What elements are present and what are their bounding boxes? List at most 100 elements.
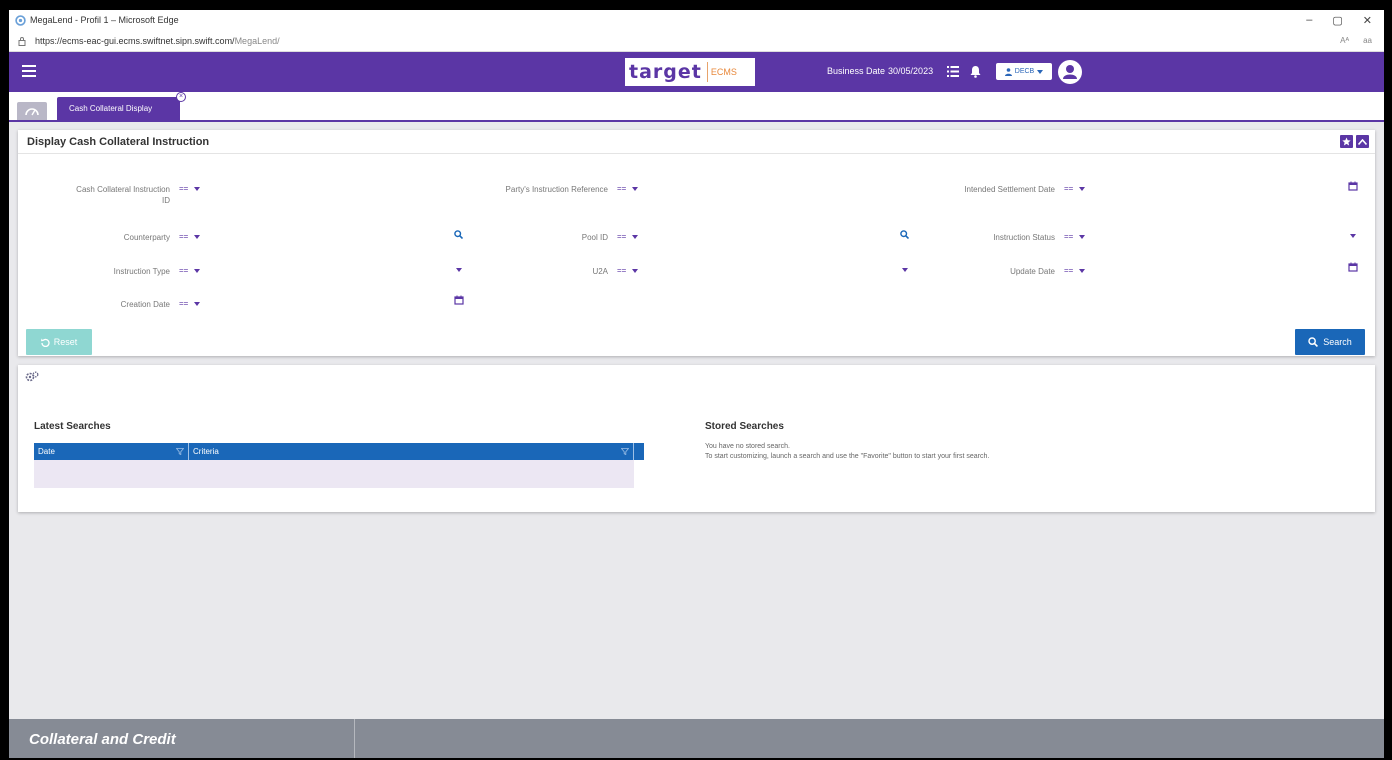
app-favicon-icon bbox=[15, 14, 26, 26]
chevron-up-icon bbox=[1358, 138, 1367, 145]
search-icon[interactable] bbox=[454, 230, 463, 239]
tab-label: Cash Collateral Display bbox=[69, 104, 153, 113]
footer-divider bbox=[354, 719, 355, 758]
update-date-label: Update Date bbox=[1010, 267, 1055, 276]
filter-icon[interactable] bbox=[176, 448, 184, 455]
browser-titlebar: MegaLend - Profil 1 – Microsoft Edge – ▢… bbox=[9, 10, 1384, 30]
column-header-criteria[interactable]: Criteria bbox=[189, 443, 634, 460]
cash-collateral-id-field: Cash Collateral Instruction ID == bbox=[42, 184, 201, 206]
user-dropdown-button[interactable]: DECB bbox=[996, 63, 1052, 80]
stored-searches-hint-text: To start customizing, launch a search an… bbox=[705, 453, 990, 460]
operator-dropdown[interactable]: == bbox=[1064, 184, 1086, 193]
calendar-icon[interactable] bbox=[1348, 262, 1358, 272]
menu-hamburger-icon[interactable] bbox=[22, 65, 36, 77]
avatar[interactable] bbox=[1058, 60, 1082, 84]
operator-dropdown[interactable]: == bbox=[179, 232, 201, 241]
business-date-value: 30/05/2023 bbox=[888, 66, 934, 76]
tab-bar: Cash Collateral Display × bbox=[9, 92, 1384, 122]
browser-title: MegaLend - Profil 1 – Microsoft Edge bbox=[30, 15, 179, 25]
filter-icon[interactable] bbox=[621, 448, 629, 455]
app-footer: Collateral and Credit bbox=[9, 719, 1384, 758]
user-label: DECB bbox=[1014, 68, 1035, 75]
user-small-icon bbox=[1004, 67, 1012, 76]
operator-dropdown[interactable]: == bbox=[179, 184, 201, 193]
table-body-empty bbox=[34, 460, 634, 488]
chevron-down-icon[interactable] bbox=[456, 268, 462, 272]
latest-searches-table: Date Criteria bbox=[34, 443, 644, 488]
logo-text: target bbox=[629, 61, 702, 83]
tab-home[interactable] bbox=[17, 102, 47, 120]
reset-button[interactable]: Reset bbox=[26, 329, 92, 355]
counterparty-label: Counterparty bbox=[123, 233, 170, 242]
collapse-button[interactable] bbox=[1356, 135, 1369, 148]
creation-date-label: Creation Date bbox=[120, 300, 170, 309]
list-icon[interactable] bbox=[947, 66, 959, 77]
search-icon bbox=[1308, 337, 1319, 347]
tab-cash-collateral-display[interactable]: Cash Collateral Display × bbox=[57, 92, 186, 120]
minimize-button[interactable]: – bbox=[1306, 14, 1312, 27]
search-icon[interactable] bbox=[900, 230, 909, 239]
search-form-panel: Display Cash Collateral Instruction Cash… bbox=[18, 130, 1375, 356]
stored-searches-title: Stored Searches bbox=[705, 421, 784, 432]
panel-header-buttons bbox=[1340, 135, 1369, 148]
operator-dropdown[interactable]: == bbox=[1064, 232, 1086, 241]
instruction-type-field: Instruction Type == bbox=[42, 266, 201, 277]
u2a-label: U2A bbox=[592, 267, 608, 276]
counterparty-field: Counterparty == bbox=[42, 232, 201, 243]
text-size-button[interactable]: aa bbox=[1363, 36, 1372, 45]
url-path: MegaLend/ bbox=[234, 35, 280, 46]
footer-title: Collateral and Credit bbox=[29, 731, 176, 748]
column-header-date[interactable]: Date bbox=[34, 443, 189, 460]
stored-searches-empty-text: You have no stored search. bbox=[705, 443, 790, 450]
intended-date-field: Intended Settlement Date == bbox=[921, 184, 1086, 195]
close-window-button[interactable]: ✕ bbox=[1363, 14, 1372, 27]
operator-dropdown[interactable]: == bbox=[617, 266, 639, 275]
creation-date-field: Creation Date == bbox=[42, 299, 201, 310]
searches-panel: Latest Searches Date Criteria Stored Sea… bbox=[18, 365, 1375, 512]
business-date-label: Business Date bbox=[827, 66, 886, 76]
close-tab-icon[interactable]: × bbox=[176, 92, 186, 102]
update-date-field: Update Date == bbox=[921, 266, 1086, 277]
instruction-type-label: Instruction Type bbox=[113, 267, 170, 276]
window-controls: – ▢ ✕ bbox=[1306, 14, 1384, 27]
calendar-icon[interactable] bbox=[1348, 181, 1358, 191]
pool-id-field: Pool ID == bbox=[473, 232, 639, 243]
search-label: Search bbox=[1323, 337, 1352, 347]
cash-collateral-id-label: Cash Collateral Instruction ID bbox=[76, 185, 170, 205]
browser-tools: Aᴬ aa bbox=[1340, 36, 1384, 45]
operator-dropdown[interactable]: == bbox=[179, 299, 201, 308]
reset-label: Reset bbox=[53, 337, 78, 347]
browser-window: MegaLend - Profil 1 – Microsoft Edge – ▢… bbox=[9, 10, 1384, 758]
chevron-down-icon[interactable] bbox=[1350, 234, 1356, 238]
maximize-button[interactable]: ▢ bbox=[1332, 14, 1342, 27]
search-button[interactable]: Search bbox=[1295, 329, 1365, 355]
table-header: Date Criteria bbox=[34, 443, 644, 460]
address-bar[interactable]: https://ecms-eac-gui.ecms.swiftnet.sipn.… bbox=[9, 30, 1384, 52]
intended-date-label: Intended Settlement Date bbox=[964, 185, 1055, 194]
logo-sub: ECMS bbox=[706, 62, 737, 82]
gears-icon[interactable] bbox=[25, 371, 39, 383]
read-aloud-button[interactable]: Aᴬ bbox=[1340, 36, 1349, 45]
app-header: target ECMS Business Date 30/05/2023 DECB bbox=[9, 52, 1384, 92]
undo-icon bbox=[40, 338, 50, 347]
form-title: Display Cash Collateral Instruction bbox=[18, 130, 1375, 154]
chevron-down-icon bbox=[1037, 69, 1044, 74]
chevron-down-icon[interactable] bbox=[902, 268, 908, 272]
calendar-icon[interactable] bbox=[454, 295, 464, 305]
party-ref-label: Party's Instruction Reference bbox=[505, 185, 608, 194]
operator-dropdown[interactable]: == bbox=[617, 184, 639, 193]
dashboard-icon bbox=[25, 108, 39, 116]
u2a-field: U2A == bbox=[473, 266, 639, 277]
lock-icon bbox=[18, 36, 26, 46]
target-ecms-logo: target ECMS bbox=[625, 58, 755, 86]
operator-dropdown[interactable]: == bbox=[1064, 266, 1086, 275]
latest-searches-title: Latest Searches bbox=[34, 421, 111, 432]
operator-dropdown[interactable]: == bbox=[617, 232, 639, 241]
instruction-status-field: Instruction Status == bbox=[921, 232, 1086, 243]
user-avatar-icon bbox=[1063, 65, 1077, 79]
bell-icon[interactable] bbox=[970, 65, 981, 78]
favorite-button[interactable] bbox=[1340, 135, 1353, 148]
url-main: https://ecms-eac-gui.ecms.swiftnet.sipn.… bbox=[35, 35, 235, 46]
operator-dropdown[interactable]: == bbox=[179, 266, 201, 275]
pool-id-label: Pool ID bbox=[581, 233, 608, 242]
